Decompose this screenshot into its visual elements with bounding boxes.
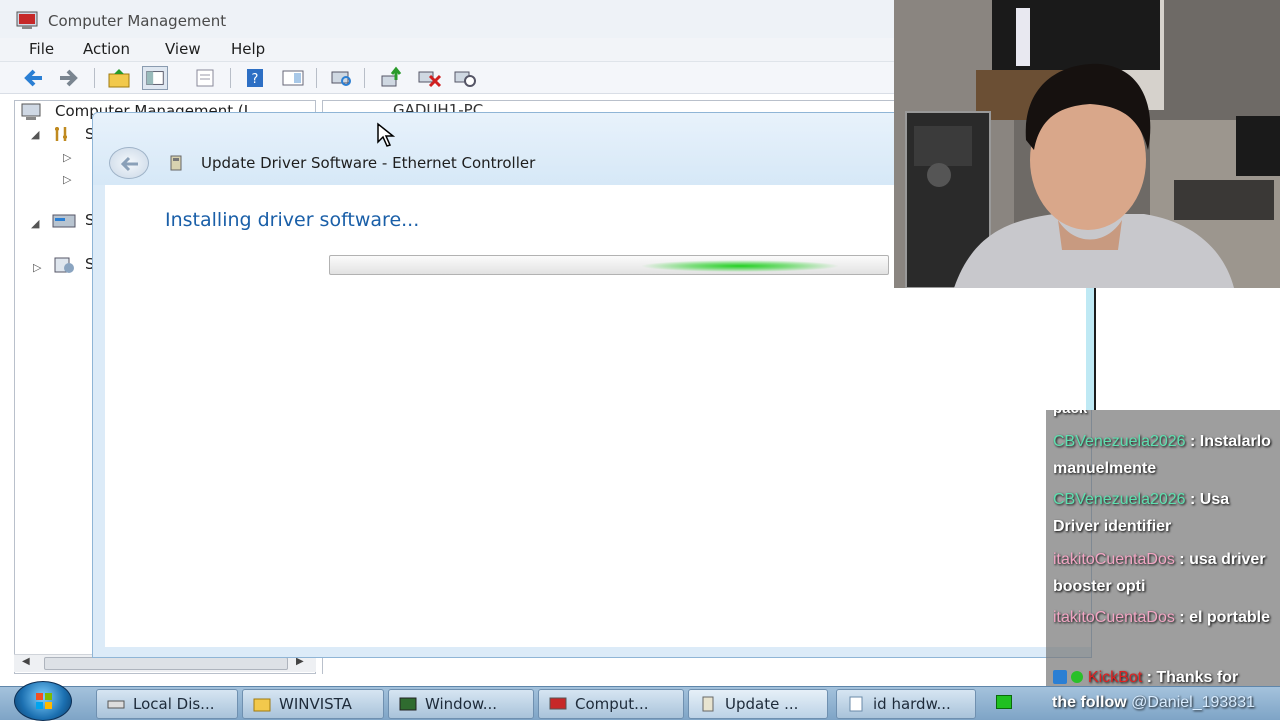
chat-message: itakitoCuentaDos : el portable: [1053, 604, 1279, 631]
taskbar-button-computer-management[interactable]: Comput...: [538, 689, 684, 719]
ethernet-device-icon: [702, 696, 714, 712]
mouse-cursor-icon: [377, 122, 396, 147]
stream-chat-overlay: pack CBVenezuela2026 : Instalarlo manuel…: [1046, 410, 1280, 686]
chat-separator: :: [1142, 669, 1157, 686]
help-icon[interactable]: ?: [242, 66, 268, 90]
dialog-title: Update Driver Software - Ethernet Contro…: [201, 154, 536, 172]
tree-expand-icon[interactable]: ◢: [31, 217, 39, 230]
storage-icon: [52, 214, 76, 228]
back-button[interactable]: [109, 147, 149, 179]
drive-icon: [107, 700, 125, 709]
chat-message: itakitoCuentaDos : usa driver booster op…: [1053, 546, 1279, 600]
start-button[interactable]: [14, 681, 72, 721]
taskbar-button-label: Comput...: [575, 695, 649, 713]
disable-device-icon[interactable]: [452, 66, 478, 90]
computer-management-icon: [549, 697, 567, 710]
up-folder-icon[interactable]: [106, 66, 132, 90]
show-hide-console-tree-icon[interactable]: [142, 66, 168, 90]
webcam-frame-edge: [1086, 288, 1094, 410]
device-window-icon: [399, 697, 417, 711]
taskbar-button-windows[interactable]: Window...: [388, 689, 534, 719]
windows-logo-icon: [36, 693, 52, 709]
webcam-overlay: [894, 0, 1280, 288]
taskbar-button-label: Local Dis...: [133, 695, 215, 713]
folder-icon: [253, 698, 271, 712]
tree-collapsed-icon[interactable]: ▷: [33, 261, 41, 274]
chat-message: CBVenezuela2026 : Usa Driver identifier: [1053, 486, 1279, 540]
tree-expand-icon[interactable]: ◢: [31, 128, 39, 141]
chat-username: itakitoCuentaDos: [1053, 609, 1175, 626]
chat-separator: :: [1185, 433, 1200, 450]
computer-management-icon: [16, 11, 38, 29]
forward-arrow-icon[interactable]: [56, 66, 82, 90]
uninstall-device-icon[interactable]: [416, 66, 442, 90]
taskbar-button-label: Update ...: [725, 695, 799, 713]
ticker-username: @Daniel_193831: [1131, 694, 1255, 711]
network-tray-icon[interactable]: [996, 695, 1012, 709]
tree-collapsed-icon[interactable]: ▷: [63, 151, 71, 164]
tree-collapsed-icon[interactable]: ▷: [63, 173, 71, 186]
overlay-blank-panel: [1094, 288, 1280, 410]
chat-username: itakitoCuentaDos: [1053, 551, 1175, 568]
menu-view[interactable]: View: [165, 40, 201, 58]
back-arrow-icon[interactable]: [20, 66, 46, 90]
scan-hardware-icon[interactable]: [328, 66, 354, 90]
chat-username: KickBot: [1087, 669, 1143, 686]
taskbar-button-winvista[interactable]: WINVISTA: [242, 689, 384, 719]
computer-icon: [21, 103, 41, 120]
menu-action[interactable]: Action: [83, 40, 130, 58]
scroll-left-icon[interactable]: ◀: [22, 656, 30, 667]
ticker-text: the follow: [1052, 694, 1127, 711]
stream-alert-ticker: the follow @Daniel_193831: [1052, 694, 1255, 712]
properties-sheet-icon[interactable]: [192, 66, 218, 90]
verified-badge-icon: [1071, 671, 1084, 683]
taskbar-button-label: Window...: [425, 695, 498, 713]
chat-username: CBVenezuela2026: [1053, 491, 1186, 508]
update-driver-icon[interactable]: [378, 66, 404, 90]
chat-separator: :: [1185, 491, 1200, 508]
chat-separator: :: [1174, 551, 1190, 568]
show-action-pane-icon[interactable]: [280, 66, 306, 90]
taskbar-button-label: WINVISTA: [279, 695, 352, 713]
scrollbar-thumb[interactable]: [44, 657, 288, 670]
taskbar-button-id-hardware[interactable]: id hardw...: [836, 689, 976, 719]
chat-separator: :: [1174, 609, 1190, 626]
chat-message: CBVenezuela2026 : Instalarlo manuelmente: [1053, 428, 1279, 482]
webcam-streamer-image: [894, 0, 1280, 288]
notepad-icon: [849, 696, 863, 712]
taskbar-button-update-driver[interactable]: Update ...: [688, 689, 828, 719]
chat-text: Thanks for: [1156, 669, 1239, 686]
chat-partial-message: pack: [1053, 410, 1087, 417]
chat-username: CBVenezuela2026: [1053, 433, 1186, 450]
installing-status-heading: Installing driver software...: [165, 209, 420, 231]
svg-text:?: ?: [252, 72, 259, 87]
menu-file[interactable]: File: [29, 40, 54, 58]
chat-text: el portable: [1189, 609, 1270, 626]
back-arrow-icon: [120, 156, 138, 172]
cm-window-title: Computer Management: [48, 12, 227, 30]
taskbar-button-local-disk[interactable]: Local Dis...: [96, 689, 238, 719]
services-icon: [54, 257, 74, 273]
ethernet-device-icon: [170, 155, 182, 171]
taskbar-button-label: id hardw...: [873, 695, 951, 713]
install-progress-bar: [329, 255, 889, 275]
progress-marquee-glow: [640, 260, 840, 272]
system-tools-icon: [55, 127, 67, 141]
taskbar: Local Dis... WINVISTA Window... Comput..…: [0, 681, 1280, 721]
chat-message: KickBot : Thanks for: [1053, 664, 1279, 686]
menu-help[interactable]: Help: [231, 40, 265, 58]
bot-badge-icon: [1053, 670, 1067, 684]
